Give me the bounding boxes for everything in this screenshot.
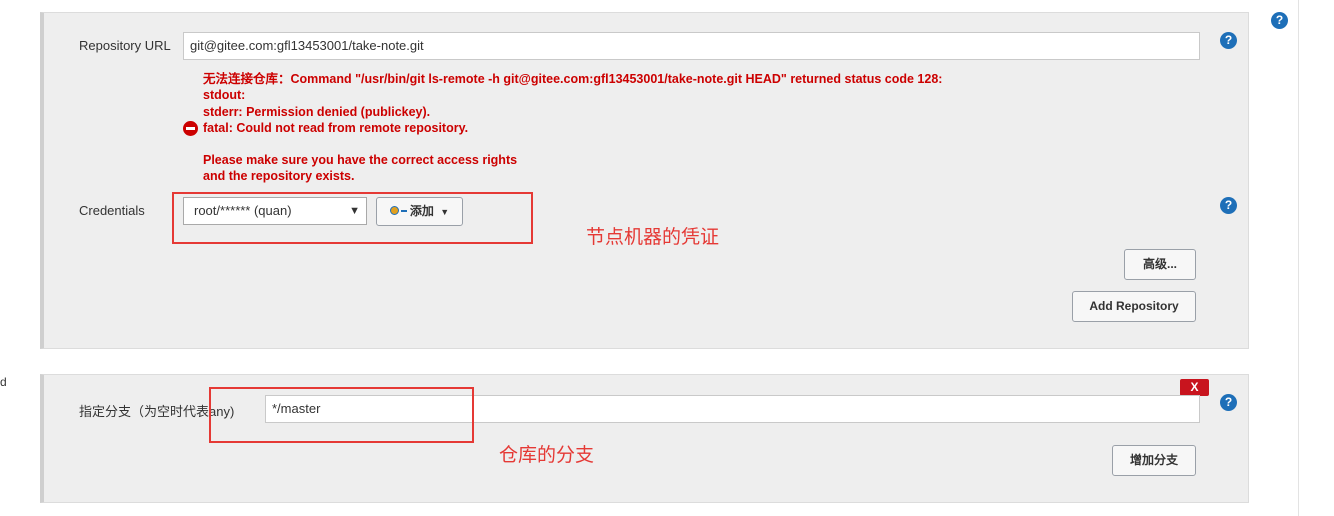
page-edge-divider — [1298, 0, 1299, 516]
credentials-label: Credentials — [79, 203, 145, 218]
credentials-annotation-box — [172, 192, 533, 244]
side-text-fragment: d — [0, 375, 7, 389]
repository-url-input[interactable]: git@gitee.com:gfl13453001/take-note.git — [183, 32, 1200, 60]
error-line: 无法连接仓库：Command "/usr/bin/git ls-remote -… — [203, 72, 943, 86]
error-line: fatal: Could not read from remote reposi… — [203, 120, 469, 135]
branch-help-icon[interactable]: ? — [1220, 394, 1237, 411]
credentials-help-icon[interactable]: ? — [1220, 197, 1237, 214]
repository-error-message: 无法连接仓库：Command "/usr/bin/git ls-remote -… — [203, 71, 942, 185]
add-branch-button[interactable]: 增加分支 — [1112, 445, 1196, 476]
error-icon — [183, 121, 198, 136]
credentials-annotation-text: 节点机器的凭证 — [586, 227, 720, 248]
error-line: stderr: Permission denied (publickey). — [203, 104, 431, 119]
branch-annotation-text: 仓库的分支 — [499, 445, 595, 466]
error-line: Please make sure you have the correct ac… — [203, 153, 518, 168]
repository-url-help-icon[interactable]: ? — [1220, 32, 1237, 49]
branch-annotation-box — [209, 387, 474, 443]
advanced-button[interactable]: 高级... — [1124, 249, 1196, 280]
delete-branch-button[interactable]: X — [1180, 379, 1209, 396]
repository-url-label: Repository URL — [79, 38, 171, 53]
error-line-blank — [203, 136, 942, 152]
help-icon[interactable]: ? — [1271, 12, 1288, 29]
error-line: and the repository exists. — [203, 169, 355, 184]
error-line: stdout: — [203, 88, 246, 103]
add-repository-button[interactable]: Add Repository — [1072, 291, 1196, 322]
